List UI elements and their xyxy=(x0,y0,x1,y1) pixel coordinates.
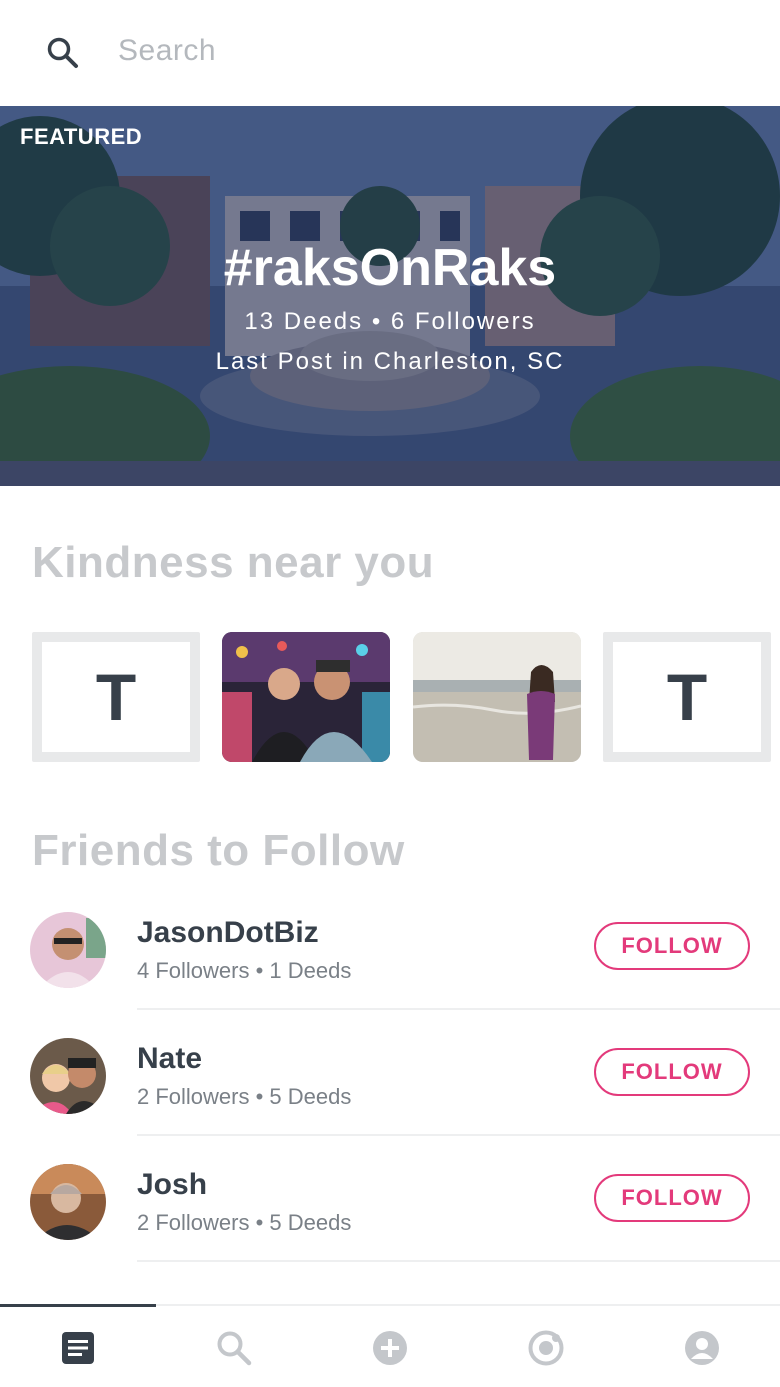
nav-profile[interactable] xyxy=(624,1306,780,1387)
kindness-tile[interactable] xyxy=(413,632,581,762)
featured-stats: 13 Deeds • 6 Followers xyxy=(244,308,536,335)
search-icon[interactable] xyxy=(46,36,80,70)
kindness-tile[interactable]: T xyxy=(603,632,771,762)
follow-button[interactable]: FOLLOW xyxy=(594,1048,750,1096)
feed-icon xyxy=(62,1331,94,1364)
camera-icon xyxy=(528,1330,564,1365)
search-bar xyxy=(0,0,780,106)
featured-banner[interactable]: FEATURED #raksOnRaks 13 Deeds • 6 Follow… xyxy=(0,106,780,486)
friend-name[interactable]: Nate xyxy=(137,1042,202,1076)
featured-label: FEATURED xyxy=(20,124,143,149)
kindness-section-title: Kindness near you xyxy=(32,538,435,587)
friends-section-title: Friends to Follow xyxy=(32,826,405,875)
friend-name[interactable]: JasonDotBiz xyxy=(137,916,319,950)
kindness-tile[interactable]: T xyxy=(32,632,200,762)
photo-two-men-icon xyxy=(222,632,390,762)
tile-letter: T xyxy=(666,660,708,734)
friend-stats: 4 Followers • 1 Deeds xyxy=(137,958,352,983)
photo-woman-beach-icon xyxy=(413,632,581,762)
friend-row[interactable]: Josh 2 Followers • 5 Deeds FOLLOW xyxy=(0,1136,780,1262)
featured-title: #raksOnRaks xyxy=(223,239,557,297)
friend-row[interactable]: JasonDotBiz 4 Followers • 1 Deeds FOLLOW xyxy=(0,884,780,1010)
add-icon xyxy=(373,1330,407,1365)
follow-button[interactable]: FOLLOW xyxy=(594,922,750,970)
nav-search[interactable] xyxy=(156,1306,312,1387)
friend-stats: 2 Followers • 5 Deeds xyxy=(137,1084,352,1109)
bottom-nav xyxy=(0,1304,780,1387)
friend-stats: 2 Followers • 5 Deeds xyxy=(137,1210,352,1235)
friend-name[interactable]: Josh xyxy=(137,1168,207,1202)
profile-icon xyxy=(685,1330,719,1365)
kindness-tile[interactable] xyxy=(222,632,390,762)
tile-letter: T xyxy=(95,660,137,734)
nav-feed[interactable] xyxy=(0,1306,156,1387)
divider xyxy=(137,1260,780,1262)
follow-button[interactable]: FOLLOW xyxy=(594,1174,750,1222)
featured-location: Last Post in Charleston, SC xyxy=(215,348,565,375)
nav-camera[interactable] xyxy=(468,1306,624,1387)
search-icon xyxy=(217,1331,252,1365)
avatar[interactable] xyxy=(30,1164,106,1240)
search-input[interactable] xyxy=(118,28,718,74)
avatar[interactable] xyxy=(30,912,106,988)
friend-row[interactable]: Nate 2 Followers • 5 Deeds FOLLOW xyxy=(0,1010,780,1136)
avatar[interactable] xyxy=(30,1038,106,1114)
nav-add[interactable] xyxy=(312,1306,468,1387)
